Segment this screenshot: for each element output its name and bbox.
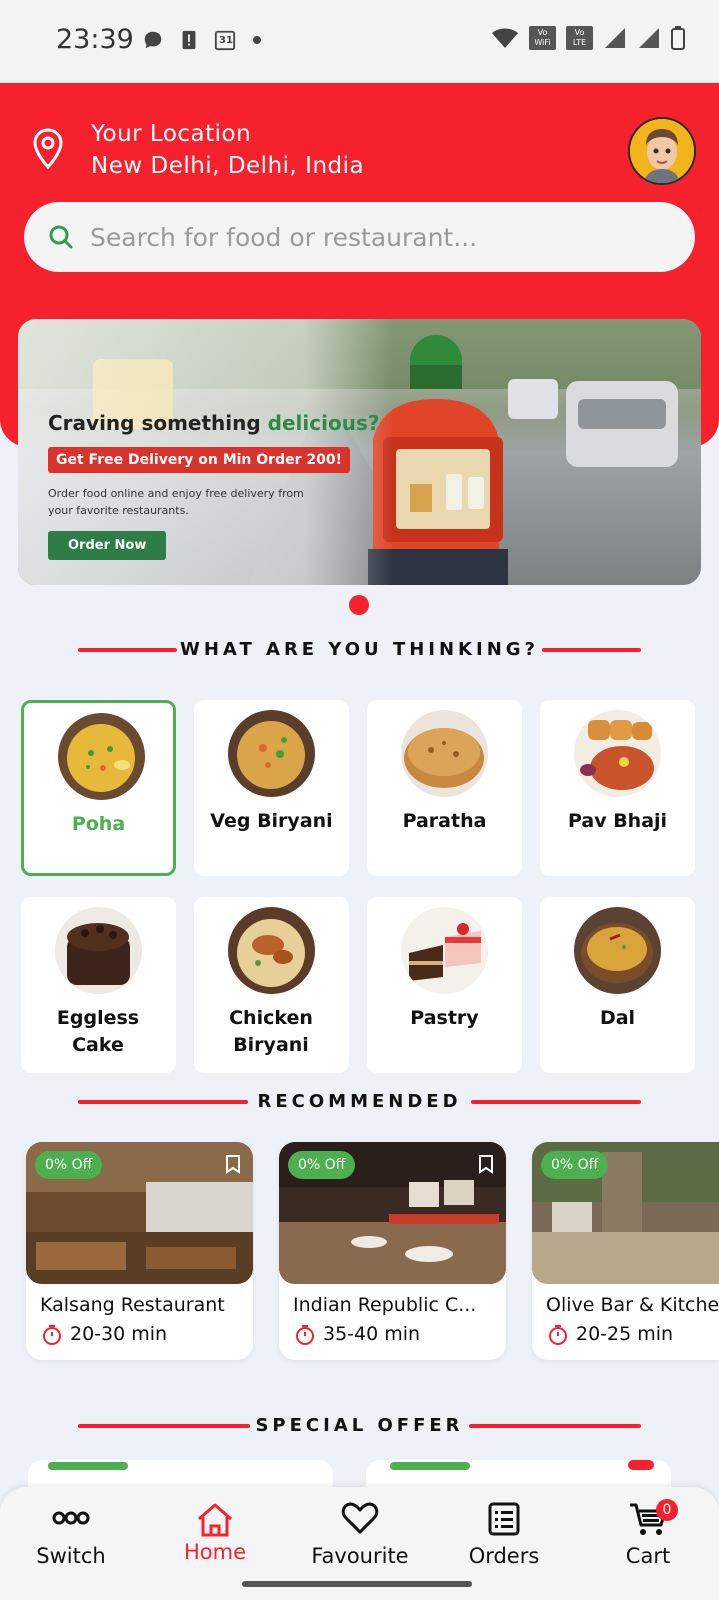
discount-badge: 0% Off <box>35 1151 103 1179</box>
banner-title: Craving something delicious? <box>48 411 380 435</box>
nav-cart[interactable]: 0 Cart <box>583 1487 713 1600</box>
more-dots-icon <box>52 1511 90 1525</box>
paratha-image <box>401 710 488 797</box>
category-card-dal[interactable]: Dal <box>540 897 695 1073</box>
nav-switch[interactable]: Switch <box>6 1487 136 1600</box>
signal-icon <box>639 28 659 48</box>
category-card-veg-biryani[interactable]: Veg Biryani <box>194 700 349 876</box>
category-card-pav-bhaji[interactable]: Pav Bhaji <box>540 700 695 876</box>
pastry-image <box>401 907 488 994</box>
status-bar: 23:39 31 Vo WiFi Vo LTE <box>0 0 719 83</box>
order-now-button[interactable]: Order Now <box>48 531 167 560</box>
section-title-recommended: RECOMMENDED <box>257 1091 462 1112</box>
restaurant-name: Olive Bar & Kitchen <box>546 1294 719 1316</box>
discount-badge: 0% Off <box>541 1151 609 1179</box>
restaurant-card[interactable]: 0% Off Kalsang Restaurant 20-30 min <box>26 1142 253 1360</box>
status-system-icons: Vo WiFi Vo LTE <box>491 26 685 50</box>
home-icon <box>198 1503 232 1537</box>
category-card-pastry[interactable]: Pastry <box>367 897 522 1073</box>
nav-label: Cart <box>625 1544 671 1568</box>
bookmark-icon[interactable] <box>478 1154 494 1174</box>
veg-biryani-image <box>228 710 315 797</box>
category-label: Paratha <box>402 810 487 832</box>
category-label: Veg Biryani <box>210 810 333 832</box>
nav-label: Switch <box>36 1544 106 1568</box>
category-label: Pastry <box>410 1007 479 1029</box>
restaurant-name: Kalsang Restaurant <box>40 1294 225 1316</box>
restaurant-card[interactable]: 0% Off Indian Republic C... 35-40 min <box>279 1142 506 1360</box>
heart-icon <box>341 1502 379 1534</box>
pav-bhaji-image <box>574 710 661 797</box>
calendar-icon: 31 <box>214 28 238 52</box>
category-label: Pav Bhaji <box>567 810 668 832</box>
restaurant-name: Indian Republic C... <box>293 1294 477 1316</box>
delivery-time: 20-30 min <box>70 1323 168 1345</box>
search-bar[interactable] <box>24 202 695 272</box>
banner-text: Craving something delicious? Get Free De… <box>48 411 379 560</box>
category-card-paratha[interactable]: Paratha <box>367 700 522 876</box>
category-card-chicken-biryani[interactable]: Chicken Biryani <box>194 897 349 1073</box>
category-card-poha[interactable]: Poha <box>21 700 176 876</box>
delivery-time: 35-40 min <box>323 1323 421 1345</box>
signal-icon <box>605 28 625 48</box>
battery-icon <box>671 26 685 50</box>
carousel-indicator[interactable] <box>349 595 369 615</box>
calendar-day: 31 <box>219 35 233 46</box>
location-label[interactable]: Your Location <box>91 121 251 147</box>
category-label: Eggless Cake <box>56 1007 140 1056</box>
poha-image <box>58 713 145 800</box>
volte-icon: Vo LTE <box>566 26 593 50</box>
timer-icon <box>43 1325 61 1345</box>
chat-bubble-icon <box>144 31 162 49</box>
category-label: Poha <box>71 813 126 835</box>
banner-badge: Get Free Delivery on Min Order 200! <box>48 447 350 473</box>
avatar[interactable] <box>628 117 696 185</box>
category-card-eggless-cake[interactable]: Eggless Cake <box>21 897 176 1073</box>
wifi-icon <box>492 28 518 48</box>
search-input[interactable] <box>90 218 670 256</box>
eggless-cake-image <box>55 907 142 994</box>
vowifi-icon: Vo WiFi <box>529 26 556 50</box>
discount-badge: 0% Off <box>288 1151 356 1179</box>
alert-icon <box>182 30 196 50</box>
nav-label: Orders <box>468 1544 540 1568</box>
category-label: Chicken Biryani <box>229 1007 313 1056</box>
chicken-biryani-image <box>228 907 315 994</box>
profile-avatar-icon <box>630 119 694 183</box>
promo-banner[interactable]: Craving something delicious? Get Free De… <box>18 319 701 585</box>
section-title-special-offer: SPECIAL OFFER <box>255 1415 464 1436</box>
status-time: 23:39 <box>56 24 134 55</box>
location-value[interactable]: New Delhi, Delhi, India <box>91 153 364 179</box>
banner-description: Order food online and enjoy free deliver… <box>48 487 304 517</box>
search-icon <box>49 225 73 249</box>
delivery-time: 20-25 min <box>576 1323 674 1345</box>
category-label: Dal <box>599 1007 636 1029</box>
timer-icon <box>296 1325 314 1345</box>
dot-icon <box>253 36 261 44</box>
cart-count-badge: 0 <box>656 1499 678 1521</box>
section-title-thinking: WHAT ARE YOU THINKING? <box>180 639 539 660</box>
bookmark-icon[interactable] <box>225 1154 241 1174</box>
timer-icon <box>549 1325 567 1345</box>
orders-list-icon <box>488 1502 520 1536</box>
restaurant-card[interactable]: 0% Off Olive Bar & Kitchen 20-25 min <box>532 1142 719 1360</box>
status-notifications: 31 <box>142 28 262 52</box>
location-pin-icon <box>33 128 63 170</box>
nav-label: Favourite <box>311 1544 409 1568</box>
nav-label: Home <box>183 1540 246 1564</box>
gesture-home-bar[interactable] <box>242 1581 472 1587</box>
dal-image <box>574 907 661 994</box>
